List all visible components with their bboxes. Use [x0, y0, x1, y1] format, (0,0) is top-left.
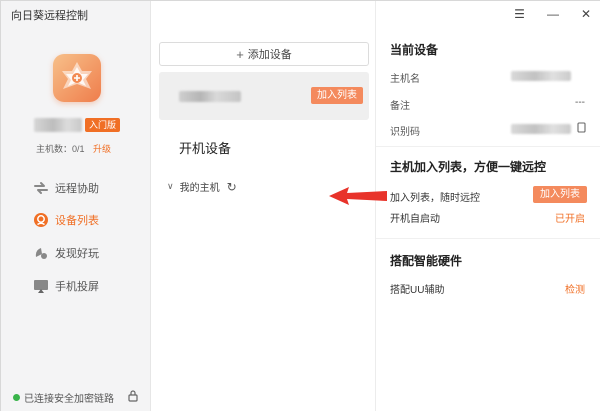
note-value: --- [575, 97, 585, 108]
sunflower-logo-icon [53, 54, 101, 102]
secure-status-text: 已连接安全加密链路 [24, 394, 114, 405]
menu-icon[interactable]: ☰ [514, 7, 525, 21]
uu-assist-label: 搭配UU辅助 [390, 285, 445, 296]
device-card[interactable]: 加入列表 [159, 72, 369, 120]
lock-icon[interactable] [127, 389, 139, 405]
annotation-arrow-icon [329, 187, 387, 205]
add-device-label: 添加设备 [247, 49, 292, 61]
screen-cast-icon [33, 278, 49, 294]
device-name-redacted [179, 91, 241, 102]
app-title: 向日葵远程控制 [11, 10, 88, 22]
card-add-to-list-button[interactable]: 加入列表 [311, 87, 363, 104]
refresh-icon[interactable]: ↻ [227, 180, 237, 194]
join-list-title: 主机加入列表，方便一键远控 [390, 160, 547, 174]
upgrade-link[interactable]: 升级 [93, 142, 111, 155]
id-code-redacted [511, 124, 571, 134]
online-dot-icon [13, 394, 20, 401]
window-controls: ☰ — ✕ [514, 7, 591, 21]
my-hosts-group[interactable]: ∨ 我的主机 ↻ [167, 179, 237, 195]
device-detail-panel: ☰ — ✕ 当前设备 主机名 备注 --- 识别码 主机加入列表，方便一键远控 … [376, 1, 600, 411]
sidebar-item-discover[interactable]: 发现好玩 [33, 243, 99, 263]
smart-hardware-title: 搭配智能硬件 [390, 254, 463, 268]
id-label: 识别码 [390, 127, 420, 138]
copy-icon[interactable] [577, 122, 587, 137]
host-count: 主机数：0/1 [36, 144, 85, 154]
username-redacted [34, 118, 82, 132]
chevron-down-icon: ∨ [167, 181, 174, 191]
join-list-label: 加入列表，随时远控 [390, 193, 480, 204]
sidebar-item-label: 远程协助 [55, 183, 99, 195]
divider [376, 238, 600, 239]
my-hosts-label: 我的主机 [179, 183, 220, 194]
current-device-title: 当前设备 [390, 43, 439, 57]
plus-icon: + [236, 46, 244, 62]
autostart-status[interactable]: 已开启 [555, 210, 585, 225]
discover-icon [33, 245, 49, 261]
sidebar-item-label: 手机投屏 [55, 281, 99, 293]
add-to-list-button[interactable]: 加入列表 [533, 186, 587, 203]
sidebar-item-label: 发现好玩 [55, 248, 99, 260]
note-label: 备注 [390, 101, 410, 112]
minimize-icon[interactable]: — [547, 7, 559, 21]
divider [376, 146, 600, 147]
add-device-button[interactable]: + 添加设备 [159, 42, 369, 66]
close-icon[interactable]: ✕ [581, 7, 591, 21]
hostname-redacted [511, 71, 571, 81]
sidebar: 向日葵远程控制 入门版 主机数：0/1 升级 远程协助 设备列表 发现好玩 手机… [1, 1, 151, 411]
tier-badge: 入门版 [85, 118, 121, 132]
boot-devices-title: 开机设备 [179, 141, 232, 156]
autostart-label: 开机自启动 [390, 214, 440, 225]
hostname-label: 主机名 [390, 74, 420, 85]
sidebar-item-screen-cast[interactable]: 手机投屏 [33, 276, 99, 296]
sidebar-item-remote-assist[interactable]: 远程协助 [33, 178, 99, 198]
app-window: 向日葵远程控制 入门版 主机数：0/1 升级 远程协助 设备列表 发现好玩 手机… [0, 0, 600, 411]
uu-detect-link[interactable]: 检测 [565, 281, 585, 296]
remote-assist-icon [33, 180, 49, 196]
secure-connection-status: 已连接安全加密链路 [13, 390, 114, 405]
sidebar-item-label: 设备列表 [55, 215, 99, 227]
sidebar-item-device-list[interactable]: 设备列表 [33, 210, 99, 230]
device-list-icon [33, 212, 49, 228]
